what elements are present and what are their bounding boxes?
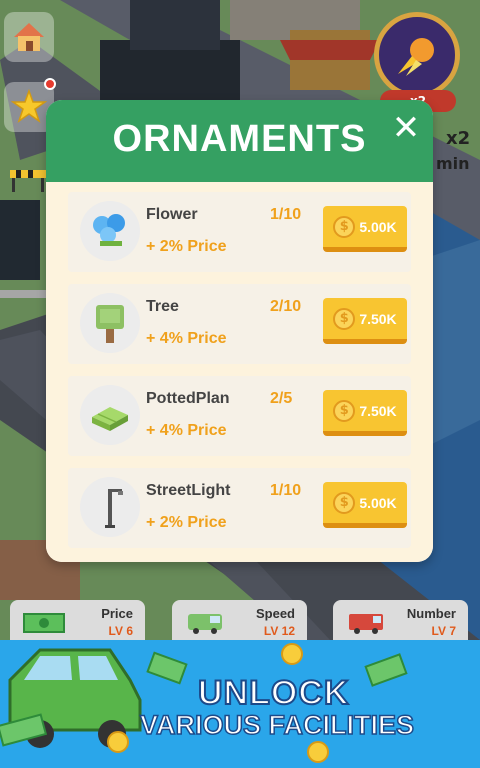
upgrade-label: Speed (255, 606, 295, 621)
boost-time: min (436, 154, 470, 173)
ornament-bonus: + 2% Price (146, 238, 227, 255)
close-icon[interactable]: ✕ (388, 110, 424, 146)
dialog-title: ORNAMENTS (112, 118, 367, 160)
ornament-name: Flower (146, 206, 198, 223)
upgrade-level: LV 7 (431, 624, 456, 638)
ornament-name: Tree (146, 298, 179, 315)
coin-icon: $ (333, 307, 356, 330)
tree-icon (80, 293, 140, 353)
home-button[interactable] (4, 12, 54, 62)
hedge-icon (80, 385, 140, 445)
ornament-row-flower: Flower + 2% Price 1/10 $ 5.00K (68, 192, 411, 272)
house-icon (14, 23, 44, 51)
promo-banner: UNLOCK VARIOUS FACILITIES (0, 640, 480, 768)
coin-icon: $ (333, 399, 356, 422)
ornament-bonus: + 2% Price (146, 514, 227, 531)
boost-badge[interactable]: x2 (372, 10, 462, 112)
star-icon (11, 89, 47, 123)
upgrade-number[interactable]: Number LV 7 (333, 600, 468, 640)
buy-button-streetlight[interactable]: $ 5.00K (323, 482, 407, 528)
ornament-name: PottedPlan (146, 390, 230, 407)
price-label: 7.50K (359, 310, 397, 327)
dialog-header: ORNAMENTS ✕ (46, 100, 433, 182)
ornament-name: StreetLight (146, 482, 231, 499)
upgrade-speed[interactable]: Speed LV 12 (172, 600, 307, 640)
upgrade-price[interactable]: Price LV 6 (10, 600, 145, 640)
ornament-level: 2/5 (270, 390, 293, 407)
ornament-bonus: + 4% Price (146, 422, 227, 439)
ornament-bonus: + 4% Price (146, 330, 227, 347)
upgrade-level: LV 12 (263, 624, 295, 638)
banner-line-2: VARIOUS FACILITIES (139, 709, 415, 741)
ornament-level: 2/10 (270, 298, 302, 315)
coin-icon: $ (333, 491, 356, 514)
money-icon (23, 613, 65, 633)
truck-icon (349, 614, 383, 634)
rocket-coin-icon (398, 38, 434, 76)
ornament-level: 1/10 (270, 206, 302, 223)
boost-multiplier: x2 (446, 128, 471, 149)
barrier-icon[interactable] (8, 168, 48, 194)
upgrade-level: LV 6 (108, 624, 133, 638)
banner-line-1: UNLOCK (197, 673, 350, 713)
upgrade-label: Number (406, 606, 456, 621)
ornaments-dialog: ORNAMENTS ✕ Flower + 2% Price 1/10 $ 5.0… (46, 100, 433, 562)
ornament-level: 1/10 (270, 482, 302, 499)
van-icon (188, 614, 222, 634)
notification-dot (44, 78, 56, 90)
boost-circle (374, 12, 460, 98)
ornament-row-pottedplan: PottedPlan + 4% Price 2/5 $ 7.50K (68, 376, 411, 456)
price-label: 7.50K (359, 402, 397, 419)
buy-button-flower[interactable]: $ 5.00K (323, 206, 407, 252)
buy-button-pottedplan[interactable]: $ 7.50K (323, 390, 407, 436)
buy-button-tree[interactable]: $ 7.50K (323, 298, 407, 344)
price-label: 5.00K (359, 218, 397, 235)
ornament-row-tree: Tree + 4% Price 2/10 $ 7.50K (68, 284, 411, 364)
flower-icon (80, 201, 140, 261)
upgrade-label: Price (101, 606, 133, 621)
ornament-row-streetlight: StreetLight + 2% Price 1/10 $ 5.00K (68, 468, 411, 548)
price-label: 5.00K (359, 494, 397, 511)
streetlight-icon (80, 477, 140, 537)
dialog-body: Flower + 2% Price 1/10 $ 5.00K Tree + 4%… (46, 182, 433, 562)
coin-icon: $ (333, 215, 356, 238)
